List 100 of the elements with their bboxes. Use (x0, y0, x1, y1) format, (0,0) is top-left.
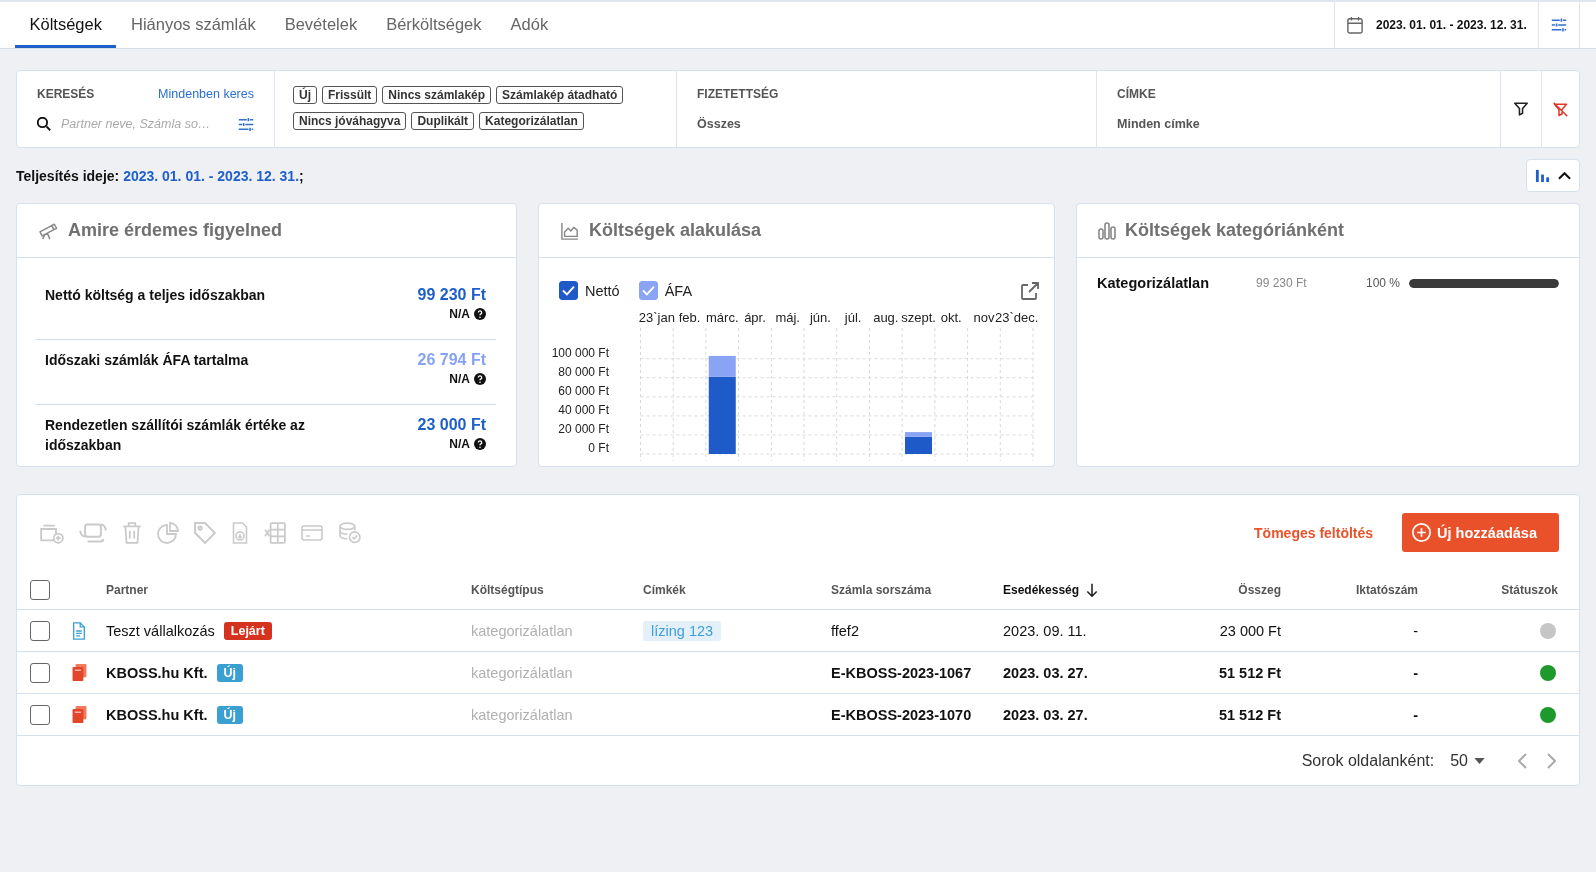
tab[interactable]: Költségek (15, 2, 117, 48)
checkbox[interactable] (30, 704, 50, 725)
axis-label: márc. (706, 310, 739, 325)
axis-label: 0 Ft (588, 441, 609, 455)
due-date-cell-text: 2023. 03. 27. (1003, 706, 1089, 723)
stacked-document-icon[interactable] (72, 706, 87, 723)
filter-label: KERESÉS (37, 87, 95, 101)
previous-page-button[interactable] (1518, 752, 1528, 769)
column-header[interactable]: Összeg (1238, 583, 1281, 597)
column-header[interactable]: Címkék (643, 583, 686, 597)
metric-label: Nettó költség a teljes időszakban (45, 286, 266, 305)
checkbox[interactable] (30, 620, 50, 641)
invoice-number-cell-text: ffef2 (831, 622, 860, 639)
category-amount: 99 230 Ft (1256, 276, 1308, 290)
filter-chip[interactable]: Frissült (322, 86, 378, 104)
metric-value: 26 794 Ft (417, 350, 486, 370)
axis-label: 60 000 Ft (558, 383, 609, 398)
axis-label: szept. (901, 310, 936, 325)
next-page-button[interactable] (1546, 752, 1556, 769)
metric-note: N/A (449, 307, 470, 321)
search-field[interactable]: Partner neve, Számla so… (61, 117, 232, 131)
telescope-icon (38, 221, 59, 240)
column-header[interactable]: Iktatószám (1355, 583, 1418, 597)
partner-name: KBOSS.hu Kft. (106, 664, 208, 681)
filter-chip[interactable]: Számlakép átadható (496, 86, 624, 104)
external-link-icon[interactable] (1021, 281, 1039, 300)
axis-label: máj. (775, 310, 800, 325)
metric-note: N/A (449, 372, 470, 386)
tab[interactable]: Bevételek (270, 2, 372, 48)
bulk-upload-link[interactable]: Tömeges feltöltés (1254, 524, 1374, 541)
search-scope-link[interactable]: Mindenben keres (158, 87, 254, 101)
chart-toggle-button[interactable] (1526, 159, 1580, 192)
legend-label: ÁFA (664, 282, 693, 299)
axis-label: 80 000 Ft (558, 364, 609, 379)
check-icon (562, 285, 575, 296)
filter-dropdown[interactable]: Minden címke (1117, 117, 1200, 131)
metric-label: Rendezetlen szállítói számlák értéke az időszakban (45, 416, 306, 455)
axis-label: 40 000 Ft (558, 402, 609, 417)
legend-label: Nettó (585, 282, 620, 299)
chevron-up-icon (1558, 171, 1571, 180)
filter-chip[interactable]: Kategorizálatlan (479, 112, 584, 130)
axis-label: nov (973, 310, 995, 325)
column-header[interactable]: Partner (106, 583, 149, 597)
metric-value: 99 230 Ft (417, 285, 486, 305)
tab[interactable]: Bérköltségek (371, 2, 497, 48)
help-icon[interactable] (474, 438, 486, 450)
filter-chip[interactable]: Nincs számlakép (382, 86, 492, 104)
search-icon (37, 117, 51, 131)
document-icon[interactable] (72, 621, 86, 640)
tab[interactable]: Hiányos számlák (116, 2, 271, 48)
chevron-left-icon (1518, 752, 1528, 769)
filter-dropdown[interactable]: Összes (697, 117, 741, 131)
partner-name: Teszt vállalkozás (106, 622, 215, 639)
column-header[interactable]: Költségtípus (471, 583, 544, 597)
metric-note: N/A (449, 437, 470, 451)
filter-chip[interactable]: Nincs jóváhagyva (293, 112, 407, 130)
period-text: Teljesítés ideje: 2023. 01. 01. - 2023. 12. 31.; (16, 167, 304, 184)
filter-clear-icon (1553, 101, 1568, 117)
filing-number-cell-text: - (1412, 706, 1418, 723)
amount-cell-text: 51 512 Ft (1217, 706, 1281, 723)
axis-label: jún. (809, 310, 831, 325)
metric-label: Időszaki számlák ÁFA tartalma (45, 351, 249, 370)
add-new-button[interactable]: Új hozzáadása (1402, 513, 1559, 552)
axis-label: okt. (940, 310, 962, 325)
column-header[interactable]: Esedékesség (1003, 583, 1099, 597)
help-icon[interactable] (474, 308, 486, 320)
partner-name: KBOSS.hu Kft. (106, 706, 208, 723)
help-icon[interactable] (474, 373, 486, 385)
metric-value: 23 000 Ft (417, 415, 486, 435)
calendar-icon (1347, 16, 1363, 34)
invoice-number-cell-text: E-KBOSS-2023-1067 (831, 664, 973, 681)
filter-chip[interactable]: Duplikált (411, 112, 475, 130)
area-chart-icon (560, 221, 580, 240)
amount-cell-text: 23 000 Ft (1218, 622, 1281, 639)
due-date-cell-text: 2023. 09. 11. (1003, 622, 1088, 639)
column-header[interactable]: Státuszok (1501, 583, 1558, 597)
legend-checkbox[interactable] (559, 281, 578, 300)
checkbox[interactable] (30, 662, 50, 683)
axis-label: 20 000 Ft (558, 421, 609, 436)
stacked-document-icon[interactable] (72, 664, 87, 681)
sliders-icon (1551, 17, 1567, 33)
rows-per-page-label: Sorok oldalanként: (1301, 751, 1435, 770)
invoice-number-cell-text: E-KBOSS-2023-1070 (831, 706, 973, 723)
sliders-icon[interactable] (238, 116, 254, 132)
settings-button[interactable] (1538, 2, 1580, 48)
column-header[interactable]: Számla sorszáma (831, 583, 932, 597)
tab[interactable]: Adók (496, 2, 563, 48)
date-range-button[interactable]: 2023. 01. 01. - 2023. 12. 31. (1334, 2, 1538, 48)
axis-label: 23`dec. (994, 310, 1039, 325)
amount-cell-text: 51 512 Ft (1217, 664, 1281, 681)
filing-number-cell-text: - (1412, 664, 1418, 681)
axis-label: aug. (873, 310, 899, 325)
legend-checkbox[interactable] (638, 281, 658, 300)
filter-label: FIZETETTSÉG (697, 87, 779, 101)
filter-label: CÍMKE (1117, 87, 1156, 101)
checkbox[interactable] (30, 580, 50, 600)
card-title: Amire érdemes figyelned (68, 220, 283, 241)
rows-per-page-select[interactable]: 50 (1450, 751, 1485, 770)
status-badge: Új (216, 663, 243, 682)
filter-chip[interactable]: Új (293, 86, 317, 104)
